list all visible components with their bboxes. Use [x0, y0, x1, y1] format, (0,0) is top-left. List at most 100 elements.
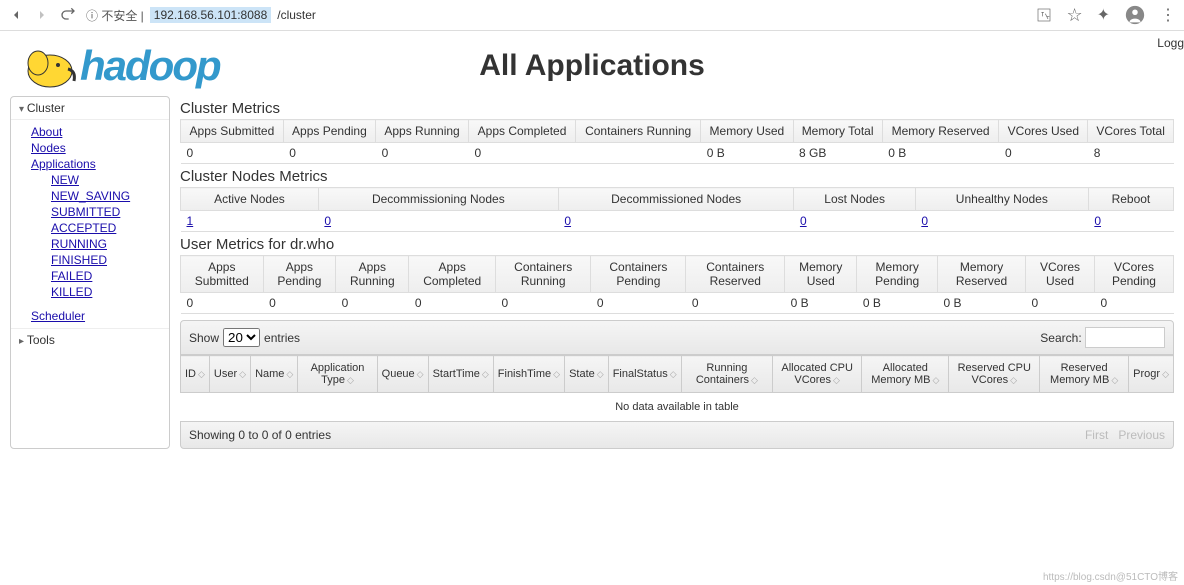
col-header: Apps Running — [376, 120, 469, 143]
apps-table-footer: Showing 0 to 0 of 0 entries First Previo… — [180, 421, 1174, 449]
apps-col-header[interactable]: State◇ — [565, 356, 609, 393]
sidebar-link-about[interactable]: About — [31, 124, 169, 140]
col-header: Memory Reserved — [882, 120, 999, 143]
metric-value — [576, 143, 701, 164]
sidebar-state-killed[interactable]: KILLED — [51, 284, 169, 300]
extensions-icon[interactable]: ✦ — [1097, 5, 1110, 25]
translate-icon[interactable] — [1036, 7, 1052, 23]
page-size-select[interactable]: 20 — [223, 328, 260, 347]
profile-icon[interactable] — [1124, 4, 1146, 26]
menu-icon[interactable]: ⋮ — [1160, 5, 1176, 25]
sidebar-state-running[interactable]: RUNNING — [51, 236, 169, 252]
col-header: Lost Nodes — [794, 188, 915, 211]
apps-col-header[interactable]: Name◇ — [251, 356, 298, 393]
metric-value: 0 — [469, 143, 576, 164]
sidebar-state-submitted[interactable]: SUBMITTED — [51, 204, 169, 220]
col-header: VCores Total — [1088, 120, 1174, 143]
metric-link[interactable]: 0 — [921, 214, 928, 228]
cluster-metrics-title: Cluster Metrics — [180, 96, 1174, 119]
user-metrics-title: User Metrics for dr.who — [180, 232, 1174, 255]
metric-link[interactable]: 0 — [800, 214, 807, 228]
url-host: 192.168.56.101:8088 — [150, 7, 271, 23]
metric-value: 0 — [1026, 293, 1095, 314]
showing-label: Showing 0 to 0 of 0 entries — [189, 428, 331, 442]
apps-col-header[interactable]: FinishTime◇ — [493, 356, 564, 393]
apps-col-header[interactable]: User◇ — [209, 356, 250, 393]
show-label: Show — [189, 331, 219, 345]
sidebar-link-nodes[interactable]: Nodes — [31, 140, 169, 156]
sidebar-state-new-saving[interactable]: NEW_SAVING — [51, 188, 169, 204]
apps-col-header[interactable]: StartTime◇ — [428, 356, 493, 393]
metric-value: 0 — [318, 211, 558, 232]
metric-value: 0 — [794, 211, 915, 232]
url-bar[interactable]: ⓘ 不安全 | 192.168.56.101:8088 /cluster — [86, 7, 316, 24]
apps-col-header[interactable]: Progr◇ — [1129, 356, 1174, 393]
reload-icon[interactable] — [60, 7, 76, 23]
sidebar-state-new[interactable]: NEW — [51, 172, 169, 188]
search-input[interactable] — [1085, 327, 1165, 348]
apps-col-header[interactable]: Queue◇ — [377, 356, 428, 393]
apps-col-header[interactable]: Reserved CPU VCores◇ — [949, 356, 1040, 393]
metric-link[interactable]: 1 — [187, 214, 194, 228]
sidebar-link-scheduler[interactable]: Scheduler — [31, 308, 169, 324]
user-metrics-table: Apps SubmittedApps PendingApps RunningAp… — [180, 255, 1174, 314]
col-header: Memory Used — [701, 120, 793, 143]
metric-value: 0 — [686, 293, 785, 314]
col-header: Containers Running — [496, 256, 591, 293]
watermark: https://blog.csdn@51CTO博客 — [1043, 568, 1178, 583]
metric-value: 0 B — [785, 293, 857, 314]
col-header: Decommissioned Nodes — [558, 188, 794, 211]
apps-col-header[interactable]: Reserved Memory MB◇ — [1040, 356, 1129, 393]
nodes-metrics-title: Cluster Nodes Metrics — [180, 164, 1174, 187]
apps-col-header[interactable]: Allocated Memory MB◇ — [862, 356, 949, 393]
sidebar-state-failed[interactable]: FAILED — [51, 268, 169, 284]
metric-value: 0 — [263, 293, 336, 314]
metric-value: 0 B — [701, 143, 793, 164]
metric-link[interactable]: 0 — [1094, 214, 1101, 228]
metric-value: 0 — [1088, 211, 1173, 232]
col-header: Reboot — [1088, 188, 1173, 211]
metric-value: 0 — [283, 143, 375, 164]
apps-col-header[interactable]: Application Type◇ — [298, 356, 377, 393]
col-header: Apps Pending — [283, 120, 375, 143]
metric-value: 0 — [496, 293, 591, 314]
no-data-message: No data available in table — [181, 393, 1174, 422]
col-header: Apps Completed — [469, 120, 576, 143]
metric-value: 0 — [409, 293, 496, 314]
metric-value: 0 — [376, 143, 469, 164]
metric-value: 0 — [558, 211, 794, 232]
col-header: Memory Used — [785, 256, 857, 293]
metric-value: 0 — [336, 293, 409, 314]
logged-in-label: Logg — [1157, 36, 1184, 50]
forward-icon[interactable] — [34, 7, 50, 23]
col-header: Memory Pending — [857, 256, 938, 293]
pager-previous[interactable]: Previous — [1118, 428, 1165, 442]
metric-link[interactable]: 0 — [324, 214, 331, 228]
col-header: Decommissioning Nodes — [318, 188, 558, 211]
entries-label: entries — [264, 331, 300, 345]
page-title: All Applications — [479, 49, 705, 83]
back-icon[interactable] — [8, 7, 24, 23]
sidebar: Cluster About Nodes Applications NEW NEW… — [10, 96, 170, 449]
main-content: Cluster Metrics Apps SubmittedApps Pendi… — [180, 96, 1174, 449]
star-icon[interactable]: ☆ — [1066, 5, 1082, 26]
sidebar-tools-header[interactable]: Tools — [11, 328, 169, 351]
apps-col-header[interactable]: FinalStatus◇ — [608, 356, 681, 393]
sidebar-link-applications[interactable]: Applications — [31, 156, 169, 172]
col-header: VCores Used — [999, 120, 1088, 143]
apps-col-header[interactable]: ID◇ — [181, 356, 210, 393]
search-label: Search: — [1040, 331, 1081, 345]
sidebar-app-states: NEW NEW_SAVING SUBMITTED ACCEPTED RUNNIN… — [31, 172, 169, 300]
metric-value: 0 — [181, 143, 284, 164]
metric-value: 8 GB — [793, 143, 882, 164]
metric-link[interactable]: 0 — [564, 214, 571, 228]
sidebar-state-accepted[interactable]: ACCEPTED — [51, 220, 169, 236]
apps-col-header[interactable]: Running Containers◇ — [681, 356, 772, 393]
sidebar-state-finished[interactable]: FINISHED — [51, 252, 169, 268]
sidebar-cluster-header[interactable]: Cluster — [11, 97, 169, 120]
cluster-metrics-table: Apps SubmittedApps PendingApps RunningAp… — [180, 119, 1174, 164]
apps-col-header[interactable]: Allocated CPU VCores◇ — [773, 356, 862, 393]
metric-value: 0 — [915, 211, 1088, 232]
hadoop-logo: hadoop — [20, 41, 220, 91]
pager-first[interactable]: First — [1085, 428, 1108, 442]
